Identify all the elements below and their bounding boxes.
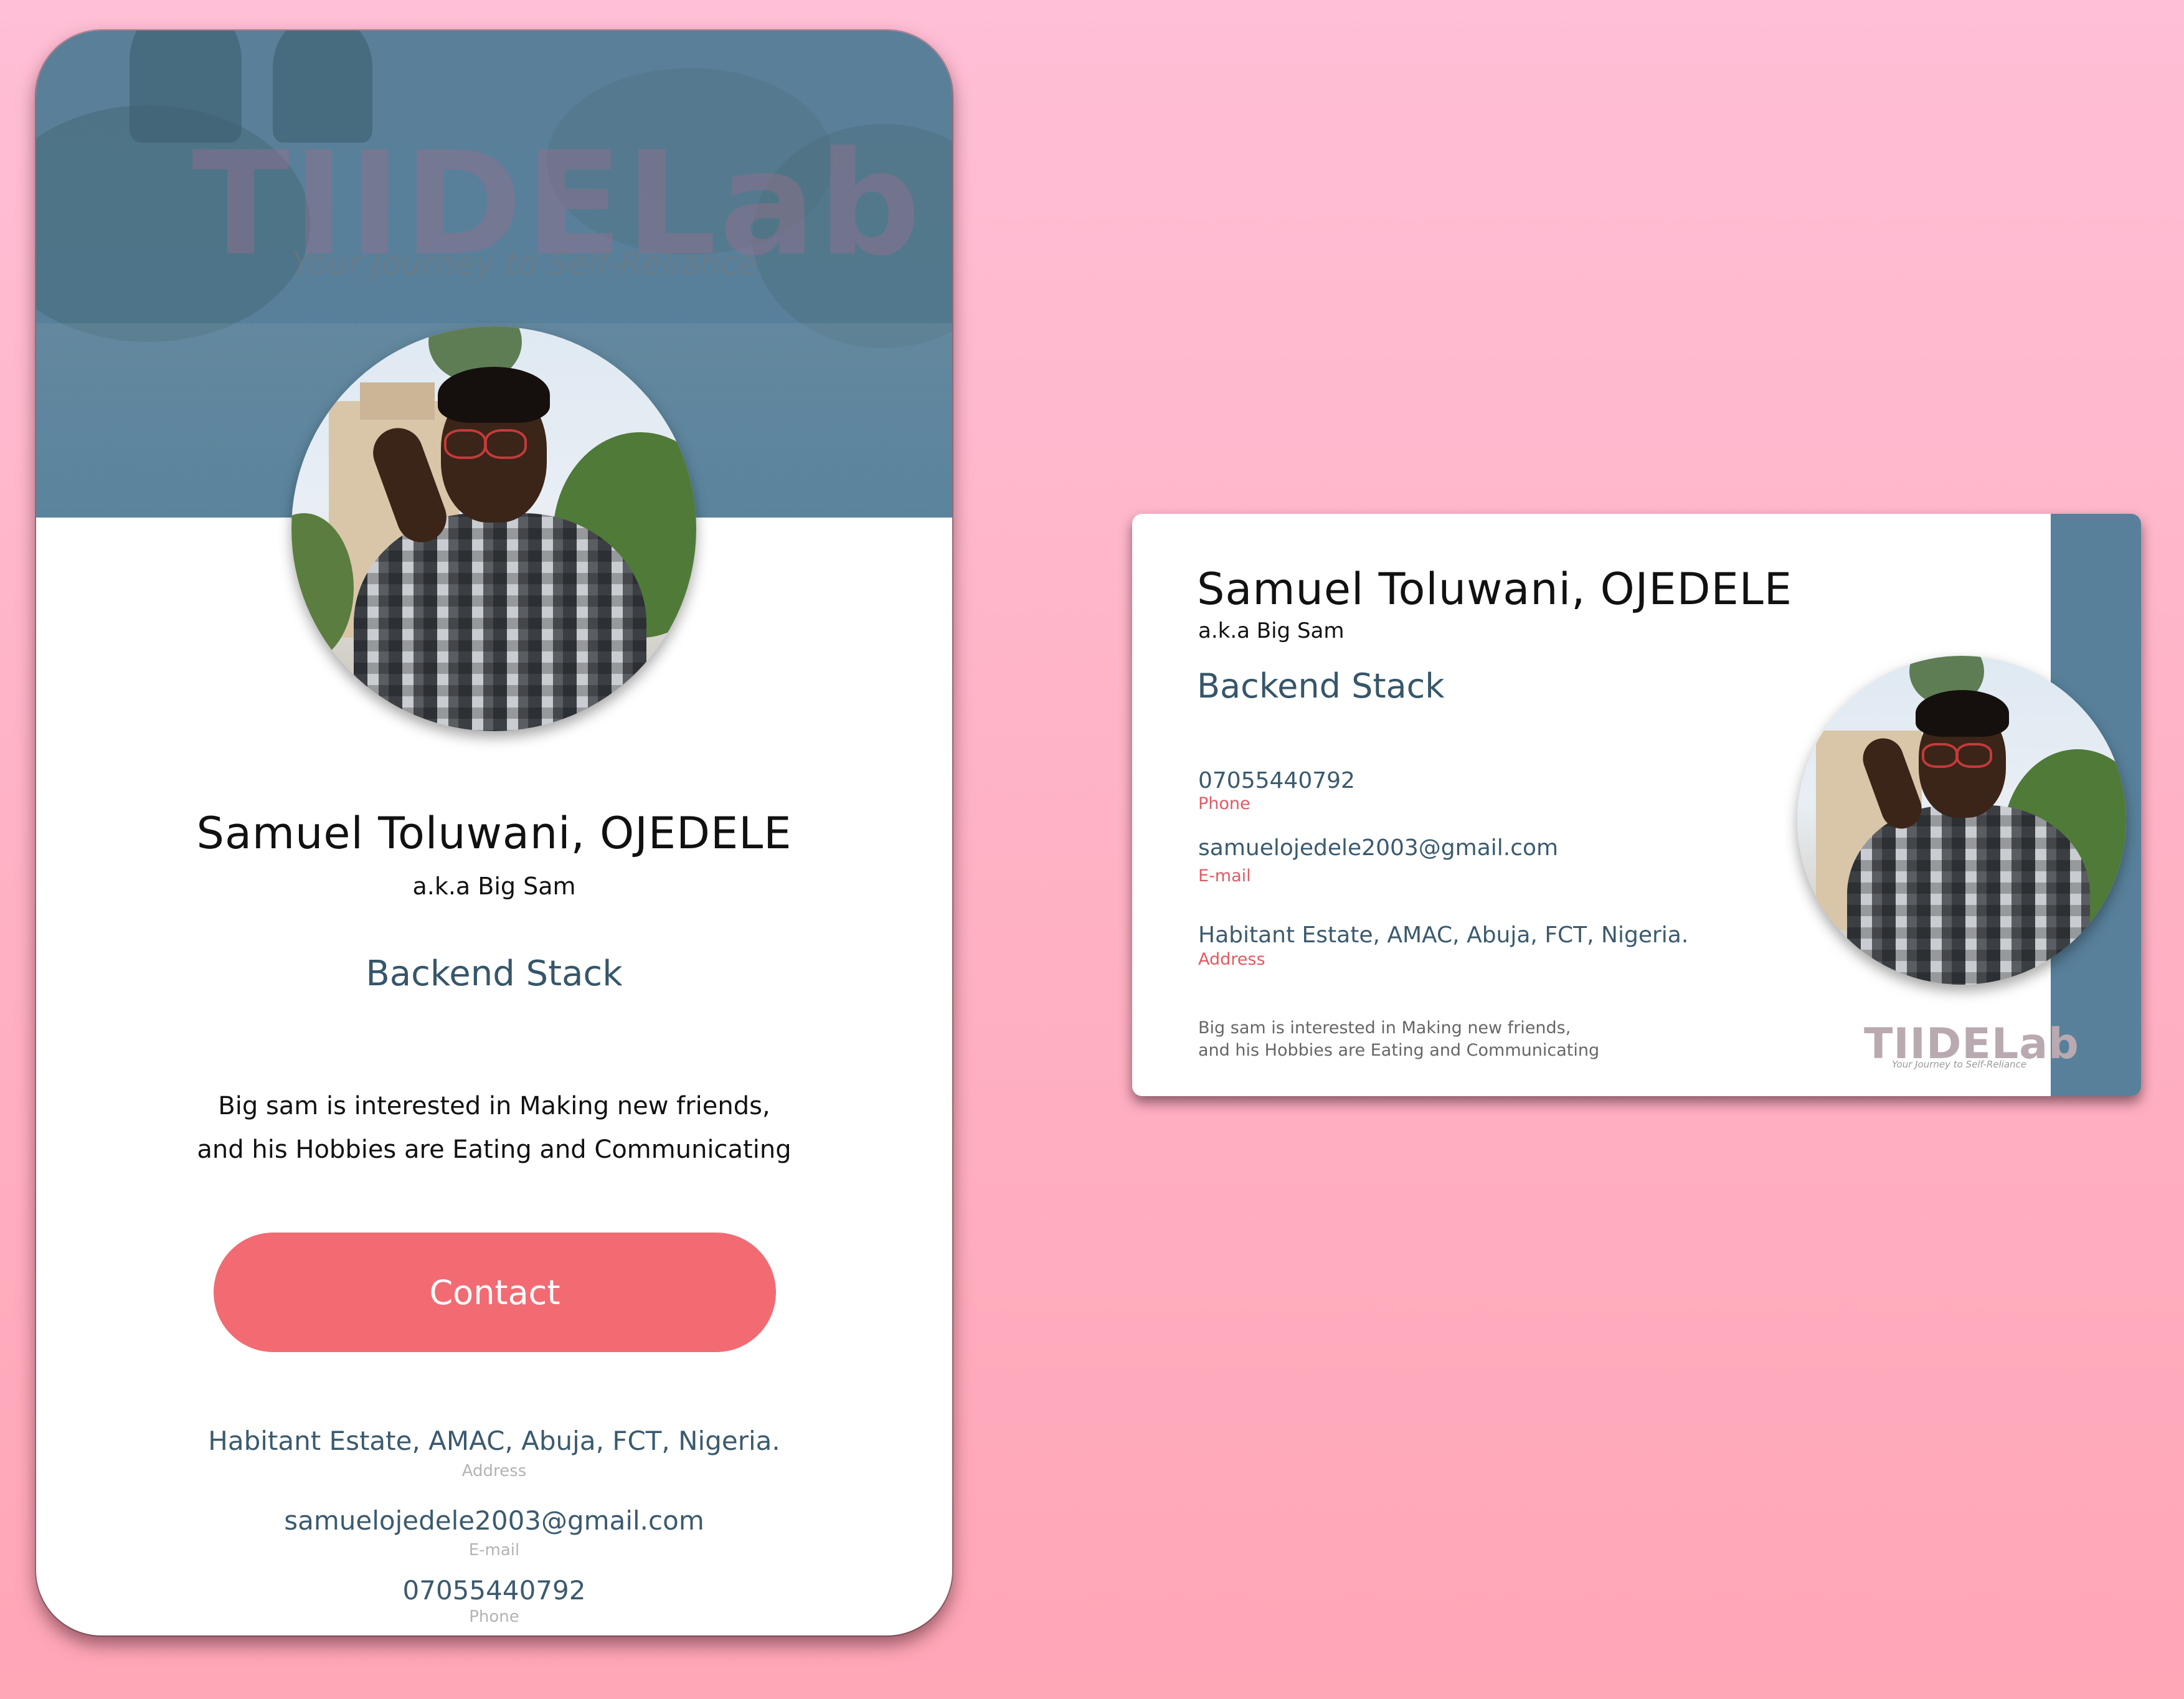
- profile-name: Samuel Toluwani, OJEDELE: [1197, 564, 1792, 615]
- profile-role: Backend Stack: [1197, 666, 1445, 706]
- bio-line-2: and his Hobbies are Eating and Communica…: [1198, 1041, 1600, 1060]
- profile-card-vertical: TIIDELab Your Journey to Self-Reliance S…: [36, 31, 952, 1635]
- profile-card-horizontal: Samuel Toluwani, OJEDELE a.k.a Big Sam B…: [1132, 514, 2141, 1096]
- profile-bio: Big sam is interested in Making new frie…: [1198, 1017, 1599, 1062]
- bio-line-1: Big sam is interested in Making new frie…: [1198, 1018, 1571, 1038]
- banner-logo-tagline: Your Journey to Self-Reliance: [291, 245, 759, 283]
- profile-name: Samuel Toluwani, OJEDELE: [196, 808, 792, 859]
- phone-label: Phone: [469, 1607, 519, 1626]
- tiidelab-logo-tagline: Your Journey to Self-Reliance: [1892, 1059, 2027, 1070]
- address-label: Address: [461, 1462, 527, 1480]
- profile-nickname: a.k.a Big Sam: [412, 873, 576, 900]
- address-value: Habitant Estate, AMAC, Abuja, FCT, Niger…: [1198, 922, 1689, 948]
- profile-bio: Big sam is interested in Making new frie…: [36, 1084, 952, 1171]
- avatar: [1797, 656, 2126, 985]
- bio-line-1: Big sam is interested in Making new frie…: [218, 1092, 770, 1120]
- phone-value[interactable]: 07055440792: [1198, 768, 1355, 793]
- phone-value[interactable]: 07055440792: [36, 1575, 952, 1606]
- email-label: E-mail: [1198, 866, 1251, 886]
- address-value: Habitant Estate, AMAC, Abuja, FCT, Niger…: [208, 1426, 780, 1456]
- avatar: [291, 326, 696, 731]
- profile-role: Backend Stack: [366, 954, 623, 994]
- phone-label: Phone: [1198, 794, 1250, 813]
- address-label: Address: [1198, 950, 1265, 969]
- email-value[interactable]: samuelojedele2003@gmail.com: [1198, 835, 1558, 861]
- profile-nickname: a.k.a Big Sam: [1198, 618, 1345, 643]
- contact-button[interactable]: Contact: [214, 1233, 776, 1352]
- bio-line-2: and his Hobbies are Eating and Communica…: [197, 1135, 792, 1164]
- email-value[interactable]: samuelojedele2003@gmail.com: [36, 1505, 952, 1536]
- email-label: E-mail: [468, 1541, 520, 1559]
